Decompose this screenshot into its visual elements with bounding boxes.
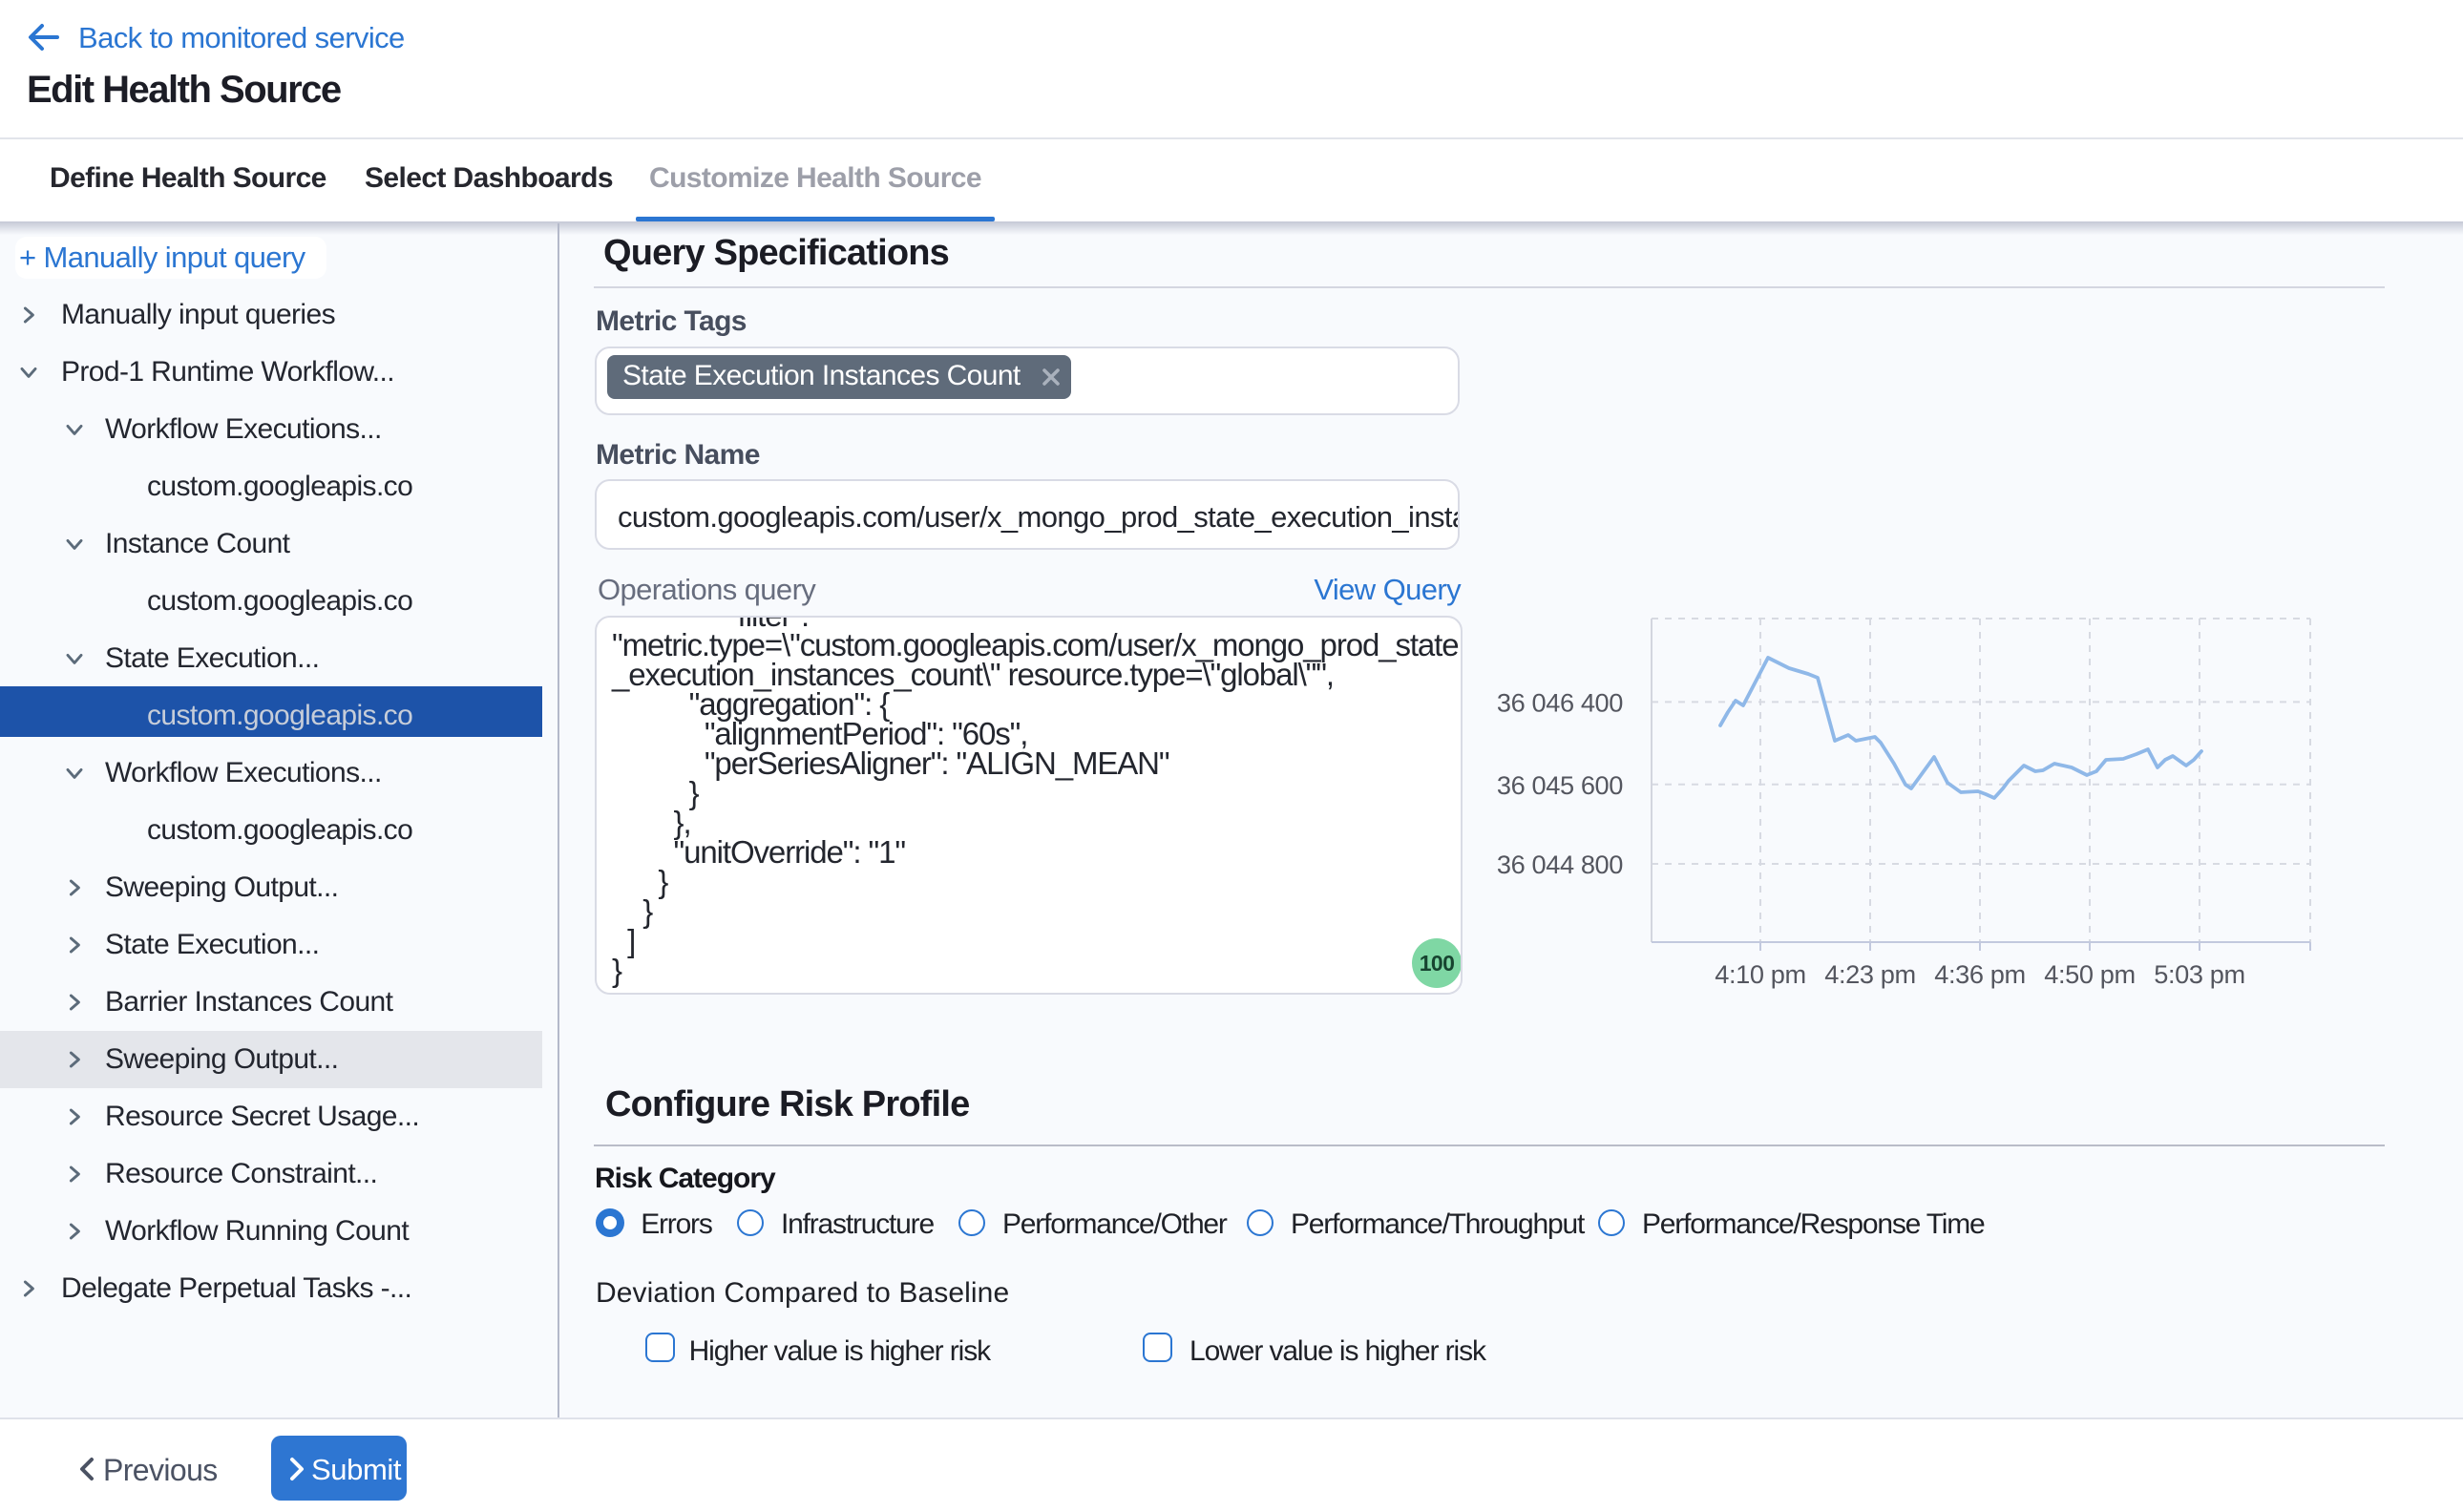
svg-text:36 046 400: 36 046 400 bbox=[1497, 687, 1623, 717]
svg-text:36 044 800: 36 044 800 bbox=[1497, 850, 1623, 879]
svg-text:4:10 pm: 4:10 pm bbox=[1715, 959, 1805, 989]
svg-text:4:36 pm: 4:36 pm bbox=[1934, 959, 2025, 989]
svg-text:5:03 pm: 5:03 pm bbox=[2154, 959, 2244, 989]
svg-text:4:50 pm: 4:50 pm bbox=[2044, 959, 2135, 989]
svg-text:36 045 600: 36 045 600 bbox=[1497, 770, 1623, 800]
svg-text:4:23 pm: 4:23 pm bbox=[1824, 959, 1915, 989]
